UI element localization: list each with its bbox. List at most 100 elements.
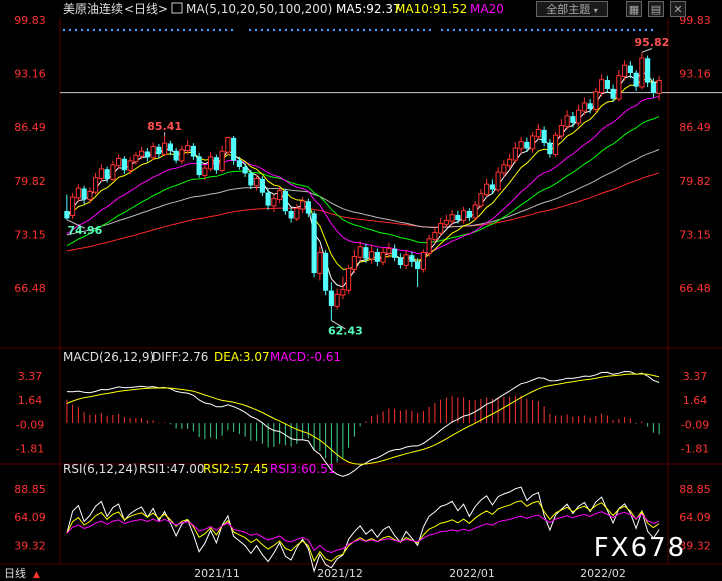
price-annotation: 62.43 — [328, 325, 363, 338]
rsi-title: RSI(6,12,24) — [63, 462, 138, 476]
rsi-tick-left: 64.09 — [14, 511, 46, 524]
price-annotation: 74.96 — [67, 224, 102, 237]
candle-body — [190, 145, 196, 157]
signal-dot — [410, 28, 414, 32]
price-tick-right: 86.49 — [679, 121, 711, 134]
rsi-tick-right: 88.85 — [679, 483, 711, 496]
candle-body — [144, 151, 150, 158]
instrument-name: 美原油连续 — [63, 1, 123, 16]
candle-body — [104, 169, 110, 180]
signal-dot — [86, 28, 90, 32]
signal-dot — [278, 28, 282, 32]
candle-body — [70, 196, 76, 217]
signal-dot — [488, 28, 492, 32]
signal-dot — [266, 28, 270, 32]
signal-dot — [182, 28, 186, 32]
grid-icon[interactable]: ▦ — [626, 1, 642, 17]
candle-body — [466, 210, 472, 218]
candle-body — [317, 251, 323, 274]
signal-dot — [170, 28, 174, 32]
candle-body — [311, 213, 317, 274]
signal-dot — [344, 28, 348, 32]
candle-body — [443, 219, 449, 225]
candle-body — [501, 164, 507, 174]
candle-body — [541, 129, 547, 143]
signal-dot — [650, 28, 654, 32]
price-tick-right: 93.16 — [679, 68, 711, 81]
signal-dot — [536, 28, 540, 32]
signal-dot — [224, 28, 228, 32]
candle-body — [162, 142, 168, 155]
macd-diff-line — [66, 370, 660, 477]
rsi-tick-right: 64.09 — [679, 511, 711, 524]
candle-body — [254, 178, 260, 187]
candle-body — [98, 168, 104, 180]
signal-dot — [542, 28, 546, 32]
theme-dropdown[interactable]: 全部主题 ▾ — [536, 1, 608, 17]
signal-dot — [446, 28, 450, 32]
macd-dea: DEA:3.07 — [214, 350, 270, 364]
macd-diff: DIFF:2.76 — [152, 350, 208, 364]
signal-dot — [632, 28, 636, 32]
rsi-tick-left: 39.32 — [14, 540, 46, 553]
signal-dot — [158, 28, 162, 32]
candle-body — [236, 160, 242, 167]
close-icon[interactable]: ✕ — [670, 1, 686, 17]
date-tick: 2022/02 — [580, 567, 626, 580]
signal-dot — [338, 28, 342, 32]
signal-dot — [128, 28, 132, 32]
signal-dot — [512, 28, 516, 32]
signal-dot — [152, 28, 156, 32]
candle-body — [645, 58, 651, 83]
candle-body — [202, 167, 208, 176]
price-annotation: 85.41 — [147, 120, 182, 133]
candle-body — [116, 157, 122, 167]
candle-body — [610, 88, 616, 99]
candle-body — [121, 158, 127, 171]
signal-dot — [470, 28, 474, 32]
candle-body — [535, 129, 541, 138]
price-tick-left: 99.83 — [14, 14, 46, 27]
signal-dot — [554, 28, 558, 32]
candle-body — [265, 192, 271, 206]
macd-title: MACD(26,12,9) — [63, 350, 154, 364]
signal-dot — [416, 28, 420, 32]
signal-dot — [506, 28, 510, 32]
candle-body — [369, 251, 375, 260]
signal-dot — [164, 28, 168, 32]
signal-dot — [206, 28, 210, 32]
signal-dot — [518, 28, 522, 32]
macd-tick-left: -1.81 — [16, 442, 44, 455]
candle-body — [167, 143, 173, 151]
candle-body — [386, 247, 392, 254]
price-tick-left: 66.48 — [14, 282, 46, 295]
rsi1-line — [66, 486, 660, 573]
rsi2-line — [66, 500, 660, 563]
candle-body — [294, 207, 300, 220]
price-tick-left: 79.82 — [14, 175, 46, 188]
candle-body — [225, 137, 231, 153]
signal-dot — [308, 28, 312, 32]
signal-dot — [392, 28, 396, 32]
chart-canvas[interactable]: 美原油连续 <日线> MA(5,10,20,50,100,200) MA5:92.37… — [0, 0, 722, 581]
macd-tick-left: 1.64 — [18, 394, 43, 407]
signal-dot — [572, 28, 576, 32]
signal-dot — [116, 28, 120, 32]
candle-body — [650, 82, 656, 94]
theme-dropdown-label: 全部主题 — [546, 3, 591, 16]
signal-dot — [404, 28, 408, 32]
candle-body — [259, 178, 265, 193]
candle-body — [139, 150, 145, 157]
candle-body — [593, 91, 599, 110]
signal-dot — [104, 28, 108, 32]
candle-body — [374, 251, 380, 262]
signal-dot — [80, 28, 84, 32]
candle-body — [351, 255, 357, 270]
candle-body — [564, 115, 570, 127]
signal-dot — [398, 28, 402, 32]
signal-dot — [290, 28, 294, 32]
signal-dot — [614, 28, 618, 32]
candle-body — [87, 190, 93, 200]
chart-icon[interactable]: ▤ — [648, 1, 664, 17]
signal-dot — [374, 28, 378, 32]
